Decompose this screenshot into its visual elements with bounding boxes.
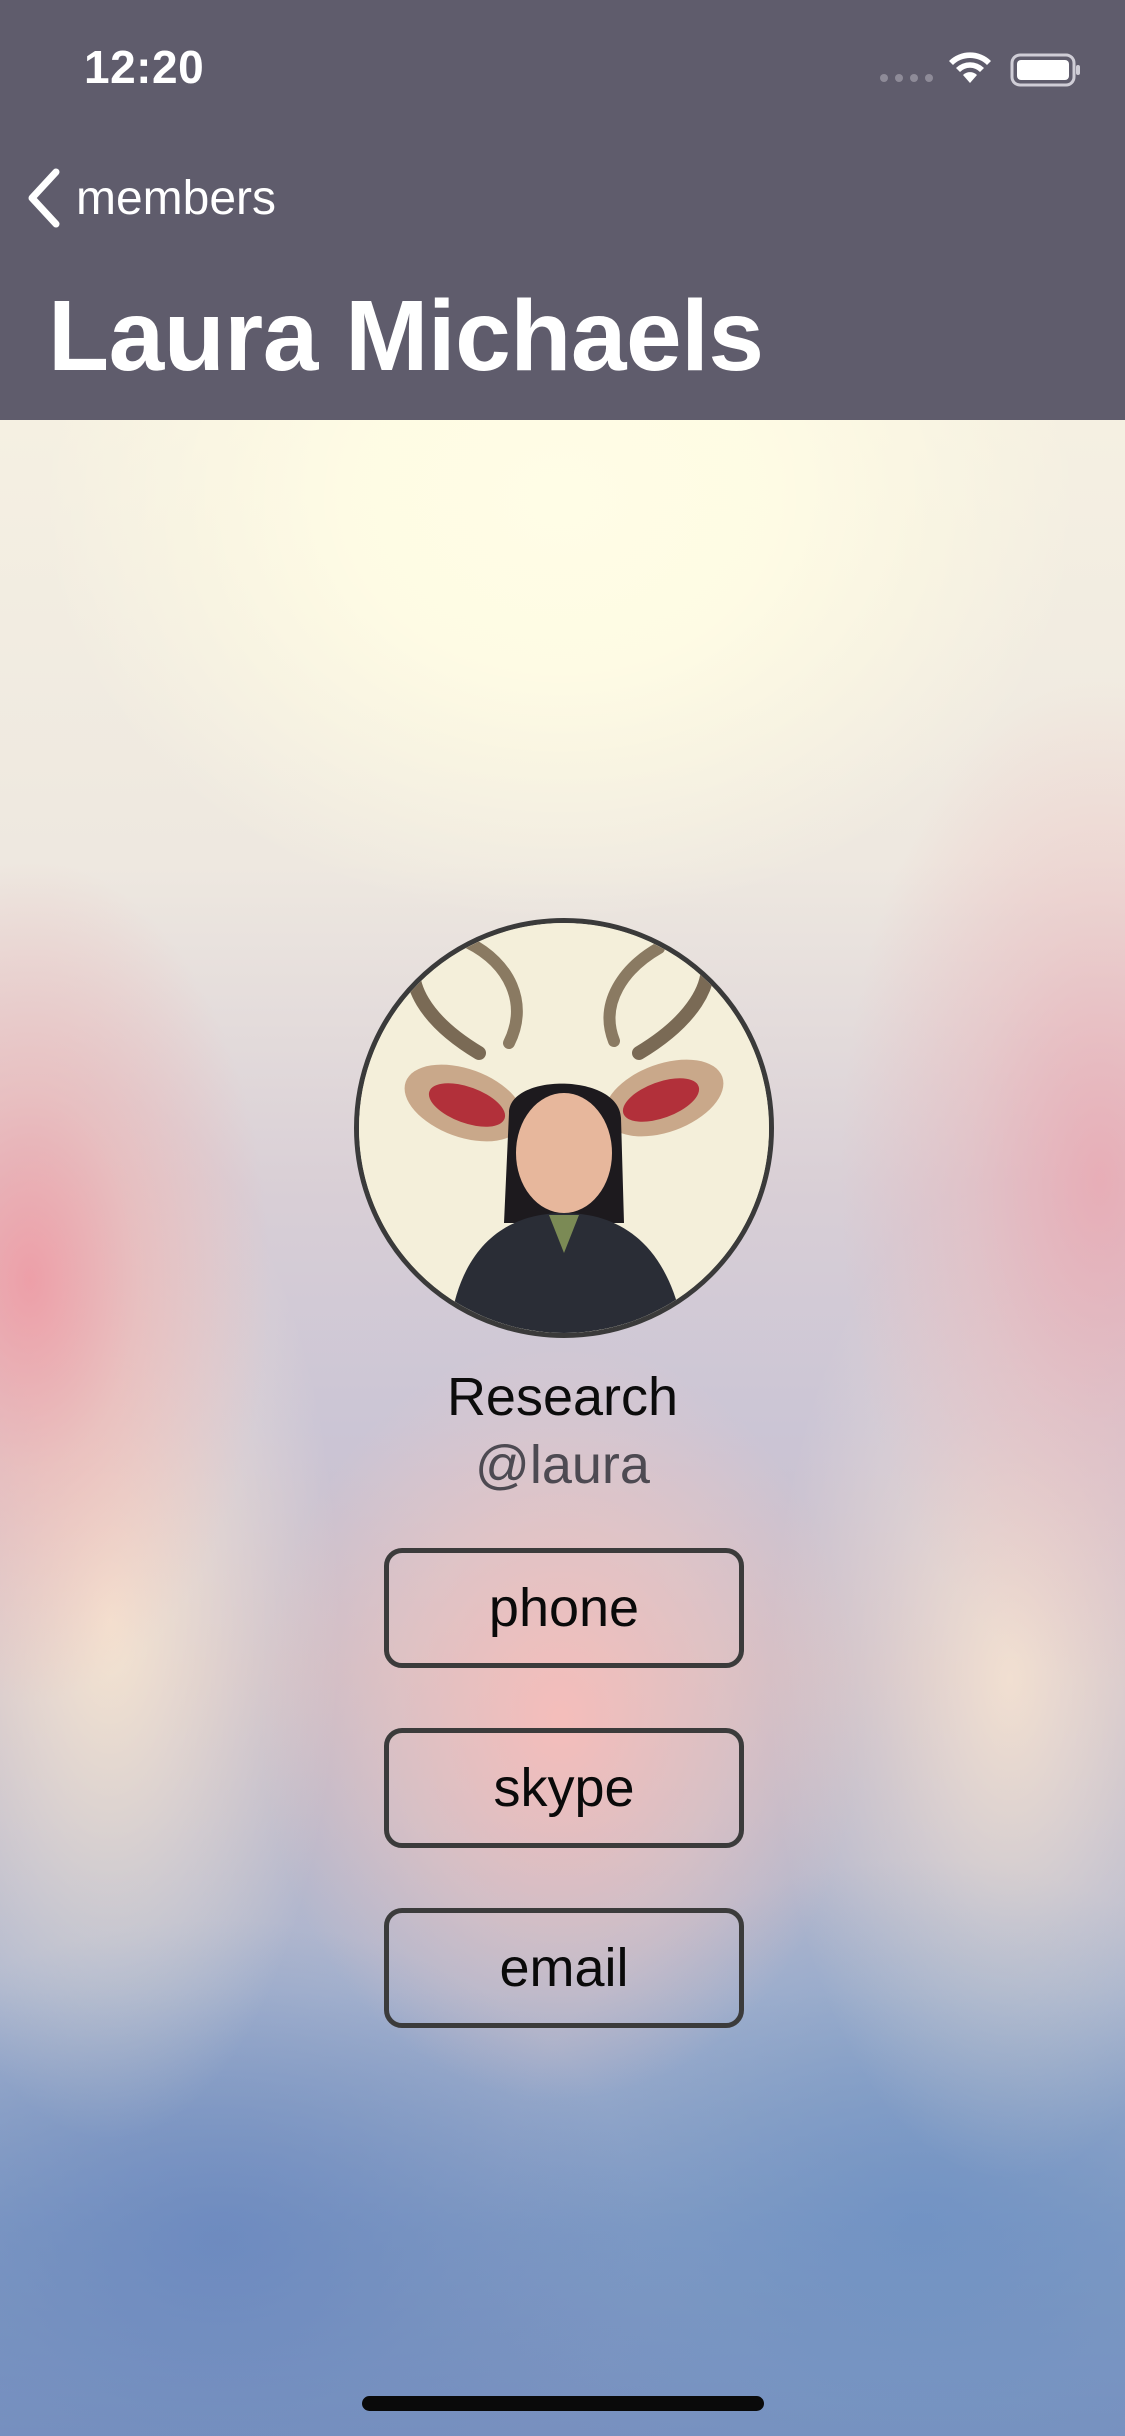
- home-indicator[interactable]: [362, 2396, 764, 2411]
- status-time: 12:20: [84, 41, 205, 93]
- skype-button[interactable]: skype: [384, 1728, 744, 1848]
- avatar-photo: [359, 923, 769, 1333]
- back-label: members: [76, 171, 277, 225]
- avatar: [354, 918, 774, 1338]
- wifi-icon: [949, 52, 991, 83]
- page-title: Laura Michaels: [48, 280, 764, 392]
- chevron-left-icon: [28, 168, 60, 228]
- user-handle: @laura: [475, 1435, 650, 1495]
- cellular-signal-icon: [880, 74, 933, 82]
- department-label: Research: [446, 1367, 679, 1427]
- battery-icon: [1010, 53, 1080, 87]
- email-button[interactable]: email: [384, 1908, 744, 2028]
- back-button[interactable]: members: [24, 160, 276, 236]
- navigation-header: 12:20 members Laura Michaels: [0, 0, 1125, 420]
- phone-button[interactable]: phone: [384, 1548, 744, 1668]
- blurred-background: [0, 420, 1125, 2436]
